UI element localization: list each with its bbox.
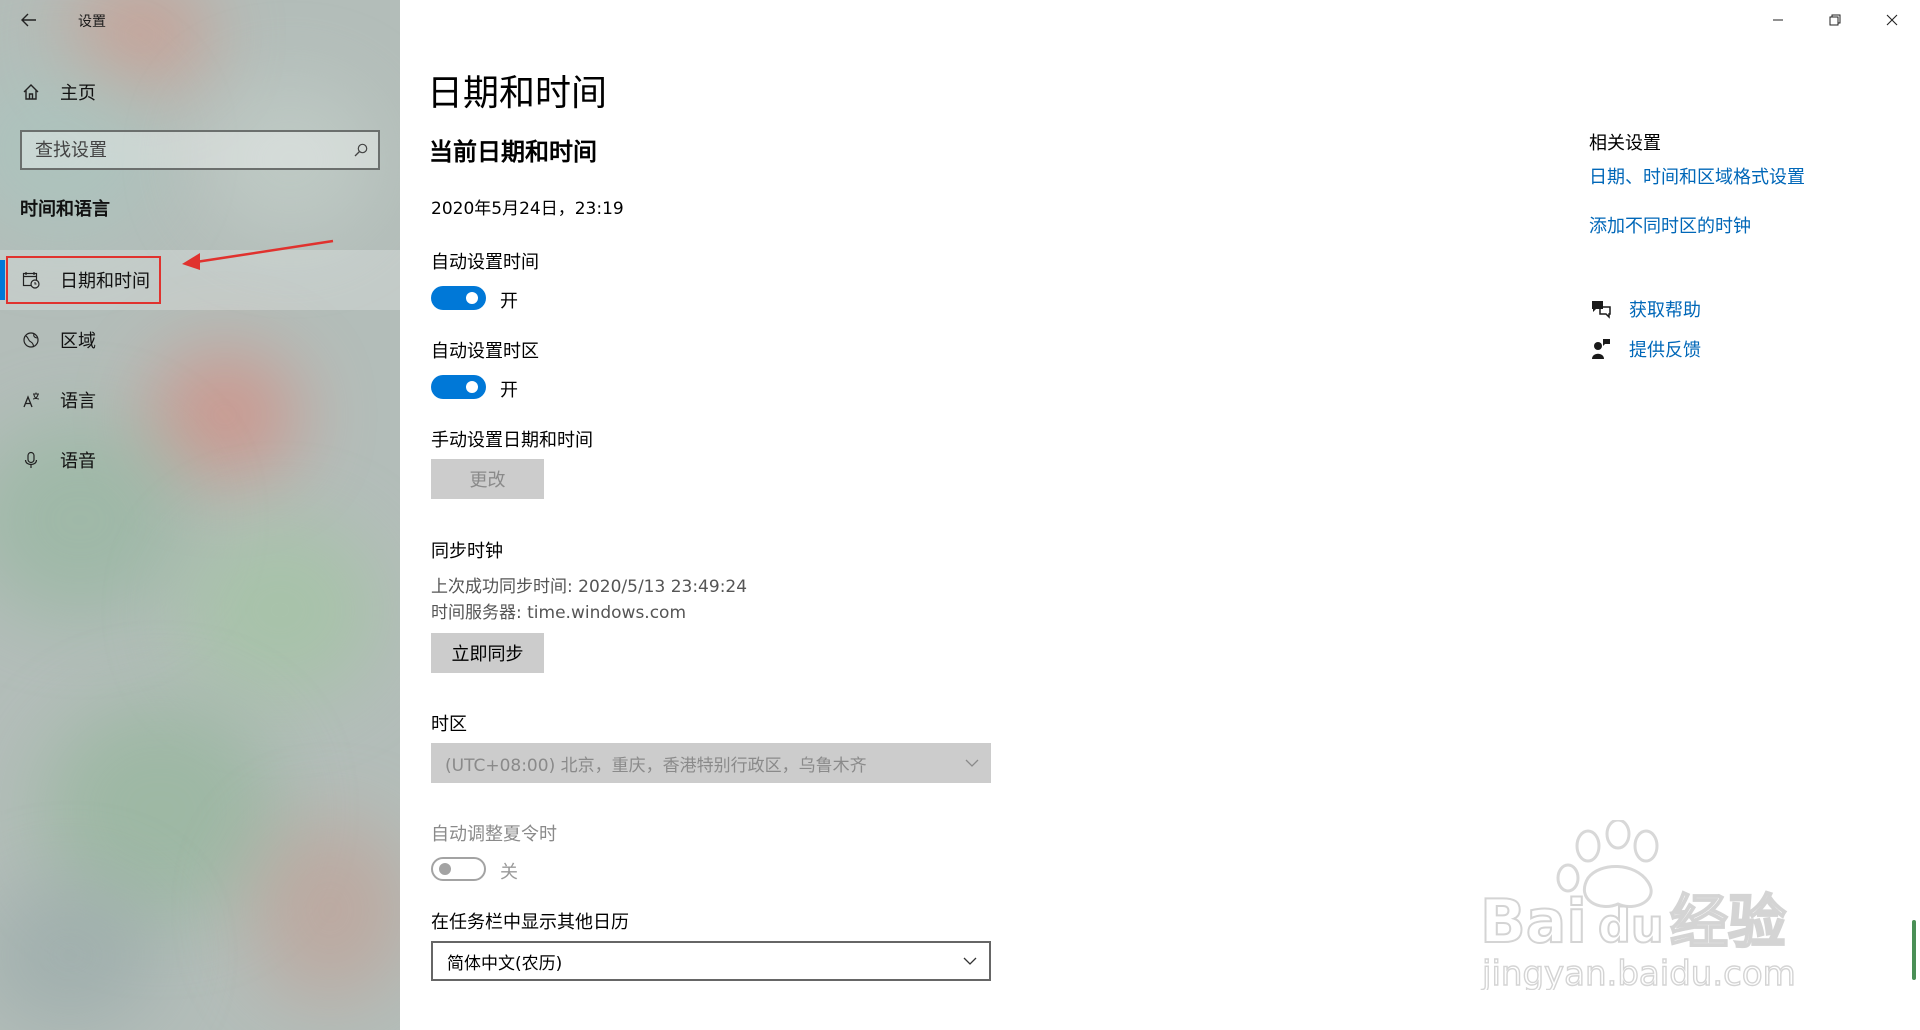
calendar-select[interactable]: 简体中文(农历)	[431, 941, 991, 981]
sidebar-item-label: 语言	[60, 391, 96, 412]
minimize-icon	[1772, 19, 1783, 21]
auto-timezone-toggle[interactable]	[431, 375, 486, 399]
sidebar: 设置 主页 时间和语言 日期和时间 区域	[0, 0, 400, 1030]
sidebar-home-label: 主页	[60, 83, 96, 104]
section-title: 时间和语言	[20, 199, 110, 220]
restore-icon	[1829, 14, 1840, 26]
annotation-highlight-box	[6, 256, 161, 304]
sidebar-item-label: 区域	[60, 331, 96, 352]
scrollbar-indicator[interactable]	[1912, 920, 1916, 980]
watermark-url: jingyan.baidu.com	[1481, 954, 1796, 990]
microphone-icon	[21, 450, 41, 470]
timezone-label: 时区	[431, 714, 467, 735]
dst-state: 关	[500, 862, 518, 883]
help-chat-icon	[1589, 297, 1613, 321]
watermark-brand: Bai	[1480, 887, 1587, 957]
change-button[interactable]: 更改	[431, 459, 544, 499]
baidu-watermark: Bai du 经验 jingyan.baidu.com	[1479, 820, 1796, 990]
auto-timezone-label: 自动设置时区	[431, 341, 539, 362]
auto-time-toggle[interactable]	[431, 286, 486, 310]
sidebar-item-label: 语音	[60, 451, 96, 472]
main-content: 日期和时间 当前日期和时间 2020年5月24日，23:19 自动设置时间 开 …	[400, 0, 1920, 1030]
language-icon	[21, 390, 41, 410]
section-subtitle: 当前日期和时间	[429, 138, 597, 166]
annotation-arrow	[182, 239, 334, 270]
feedback-person-icon	[1589, 337, 1613, 361]
dst-toggle[interactable]	[431, 857, 486, 881]
sidebar-item-language[interactable]: 语言	[0, 370, 400, 430]
close-button[interactable]	[1863, 0, 1920, 40]
sync-clock-label: 同步时钟	[431, 541, 503, 562]
search-field[interactable]	[20, 130, 380, 170]
restore-button[interactable]	[1806, 0, 1863, 40]
add-clocks-link[interactable]: 添加不同时区的时钟	[1589, 212, 1751, 238]
watermark-brand2: du	[1598, 899, 1664, 953]
sidebar-item-speech[interactable]: 语音	[0, 430, 400, 490]
chevron-down-icon	[965, 759, 979, 767]
sidebar-item-region[interactable]: 区域	[0, 310, 400, 370]
calendar-value: 简体中文(农历)	[447, 953, 563, 974]
get-help-link[interactable]: 获取帮助	[1629, 296, 1701, 322]
title-bar: 设置	[0, 0, 400, 40]
timezone-select[interactable]: (UTC+08:00) 北京，重庆，香港特别行政区，乌鲁木齐	[431, 743, 991, 783]
page-title: 日期和时间	[427, 73, 608, 114]
auto-timezone-state: 开	[500, 380, 518, 401]
feedback-link[interactable]: 提供反馈	[1629, 336, 1701, 362]
get-help-row[interactable]: 获取帮助	[1589, 296, 1701, 322]
watermark-cn: 经验	[1670, 888, 1786, 956]
app-title: 设置	[78, 14, 106, 30]
search-input[interactable]	[35, 139, 335, 161]
minimize-button[interactable]	[1749, 0, 1806, 40]
back-button[interactable]	[14, 6, 44, 34]
search-icon	[354, 143, 368, 157]
last-sync-text: 上次成功同步时间: 2020/5/13 23:49:24	[431, 577, 748, 597]
close-icon	[1886, 14, 1897, 26]
auto-time-label: 自动设置时间	[431, 252, 539, 273]
current-datetime: 2020年5月24日，23:19	[431, 199, 624, 219]
sidebar-item-home[interactable]: 主页	[0, 70, 400, 114]
dst-label: 自动调整夏令时	[431, 824, 557, 845]
chevron-down-icon	[963, 957, 977, 965]
sync-now-button[interactable]: 立即同步	[431, 633, 544, 673]
globe-icon	[21, 330, 41, 350]
home-icon	[21, 82, 41, 102]
related-settings-title: 相关设置	[1589, 133, 1661, 154]
region-format-link[interactable]: 日期、时间和区域格式设置	[1589, 163, 1805, 189]
time-server-text: 时间服务器: time.windows.com	[431, 603, 687, 623]
feedback-row[interactable]: 提供反馈	[1589, 336, 1701, 362]
manual-datetime-label: 手动设置日期和时间	[431, 430, 593, 451]
auto-time-state: 开	[500, 291, 518, 312]
calendar-label: 在任务栏中显示其他日历	[431, 912, 629, 933]
back-arrow-icon	[21, 13, 36, 27]
timezone-value: (UTC+08:00) 北京，重庆，香港特别行政区，乌鲁木齐	[445, 755, 867, 776]
window-controls	[1749, 0, 1920, 40]
